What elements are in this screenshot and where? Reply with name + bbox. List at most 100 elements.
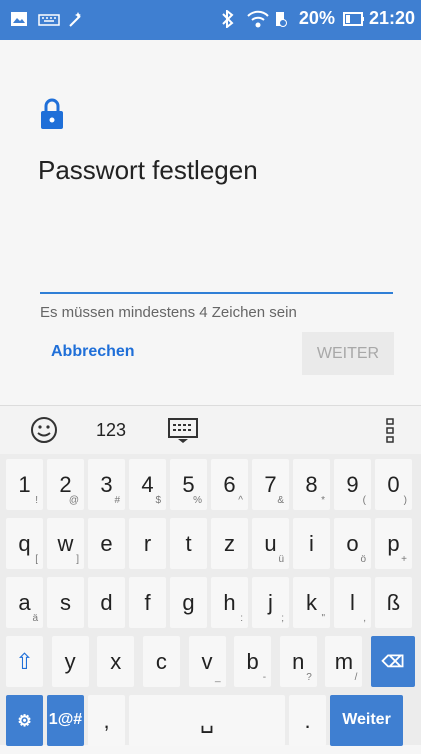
key-sublabel: ! [35,495,38,506]
symbols-key[interactable]: 1@# [47,695,84,746]
key-sublabel: @ [68,495,79,506]
key-sublabel: * [321,495,325,506]
keyboard-row: ⇧ y x c v _ b - n? m / ⌫ [6,636,415,687]
magic-icon [66,10,84,28]
keyboard-layout-icon[interactable] [168,418,198,449]
key-label: s [60,590,71,615]
image-icon [10,10,28,28]
key-label: r [143,531,152,556]
key-sublabel: / [354,672,358,683]
key-5[interactable]: 5% [170,459,207,510]
key-d[interactable]: d [88,577,125,628]
keyboard: 123 1! 2 @3 #4 $5% 6 ^ 7 & 8 * 9(0) q[w] e r t z u ü i o ö p + a… [0,405,421,746]
cancel-button[interactable]: Abbrechen [51,343,135,361]
key-9[interactable]: 9( [334,459,371,510]
key-m[interactable]: m / [325,636,363,687]
key-a[interactable]: aä [6,577,43,628]
key-l[interactable]: l, [334,577,371,628]
key-label: i [309,531,314,556]
key-s[interactable]: s [47,577,84,628]
battery-saver-icon [273,10,291,28]
key-label: t [185,531,192,556]
password-input[interactable] [40,292,393,294]
key-u[interactable]: uü [252,518,289,569]
key-label: f [144,590,151,615]
status-bar: 20% 21:20 [0,0,421,40]
numeric-toggle[interactable]: 123 [96,420,126,441]
space-key[interactable]: ␣ [129,695,285,746]
key-sublabel: - [262,672,267,683]
key-label: d [100,590,113,615]
key-h[interactable]: h: [211,577,248,628]
key-g[interactable]: g [170,577,207,628]
key-y[interactable]: y [51,636,89,687]
key-sublabel: _ [214,672,221,683]
enter-key[interactable]: Weiter [330,695,403,746]
key-label: ß [386,590,401,615]
key-f[interactable]: f [129,577,166,628]
key-sublabel: ) [403,495,407,506]
key-c[interactable]: c [142,636,180,687]
comma-key[interactable]: , [88,695,125,746]
key-0[interactable]: 0) [375,459,412,510]
key-sublabel: , [363,613,366,624]
shift-key[interactable]: ⇧ [6,636,43,687]
key-1[interactable]: 1! [6,459,43,510]
key-sublabel: ö [360,554,366,565]
key-q[interactable]: q[ [6,518,43,569]
key-label: . [304,708,311,733]
bluetooth-icon [221,8,239,29]
key-x[interactable]: x [97,636,135,687]
keyboard-row: 1! 2 @3 #4 $5% 6 ^ 7 & 8 * 9(0) [6,459,415,510]
key-label: x [110,649,122,674]
key-sublabel: ; [281,613,284,624]
battery-percentage: 20% [298,8,335,28]
key-v[interactable]: v _ [188,636,226,687]
key-sublabel: ä [32,613,38,624]
key-ß[interactable]: ß [375,577,412,628]
key-4[interactable]: 4 $ [129,459,166,510]
key-j[interactable]: j; [252,577,289,628]
key-k[interactable]: k " [293,577,330,628]
lock-icon [40,98,64,130]
key-sublabel: : [240,613,243,624]
key-8[interactable]: 8 * [293,459,330,510]
settings-key[interactable]: ⚙ [6,695,43,746]
keyboard-row: a ä s d f g h: j; k " l, ß [6,577,415,628]
key-7[interactable]: 7 & [252,459,289,510]
keyboard-bottom-row: ⚙ 1@#, ␣. Weiter [6,695,415,746]
key-sublabel: ] [76,554,79,565]
key-sublabel: ^ [238,495,243,506]
more-options-icon[interactable] [385,416,395,449]
key-t[interactable]: t [170,518,207,569]
key-p[interactable]: p + [375,518,412,569]
key-z[interactable]: z [211,518,248,569]
battery-icon [342,10,364,28]
key-sublabel: & [277,495,284,506]
wifi-icon [247,10,269,28]
key-label: y [64,649,76,674]
key-r[interactable]: r [129,518,166,569]
key-e[interactable]: e [88,518,125,569]
next-button[interactable]: WEITER [302,332,394,375]
key-2[interactable]: 2 @ [47,459,84,510]
key-w[interactable]: w] [47,518,84,569]
keyboard-row: q[w] e r t z u ü i o ö p + [6,518,415,569]
key-b[interactable]: b- [234,636,272,687]
period-key[interactable]: . [289,695,326,746]
key-sublabel: + [401,554,407,565]
key-o[interactable]: oö [334,518,371,569]
keyboard-keys: 1! 2 @3 #4 $5% 6 ^ 7 & 8 * 9(0) q[w] e r t z u ü i o ö p + a ä s d f… [6,459,415,754]
key-sublabel: % [193,495,202,506]
key-3[interactable]: 3 # [88,459,125,510]
keyboard-toolbar: 123 [0,405,421,454]
key-sublabel: " [321,613,325,624]
key-6[interactable]: 6 ^ [211,459,248,510]
key-label: ␣ [200,708,214,733]
key-i[interactable]: i [293,518,330,569]
gear-icon: ⚙ [17,713,32,730]
key-label: c [155,649,167,674]
backspace-key[interactable]: ⌫ [371,636,415,687]
key-n[interactable]: n? [279,636,317,687]
emoji-icon[interactable] [30,416,58,449]
